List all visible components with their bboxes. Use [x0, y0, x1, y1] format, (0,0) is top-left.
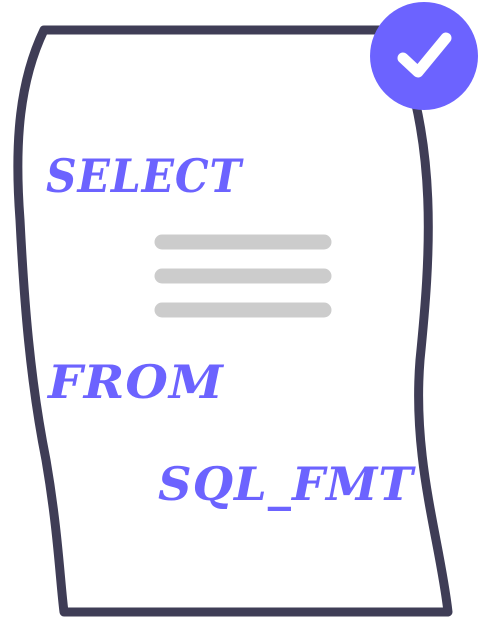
- keyword-sql-fmt: SQL_FMT: [158, 457, 417, 511]
- keyword-select: SELECT: [46, 149, 245, 203]
- sql-fmt-logo: SELECT FROM SQL_FMT: [13, 2, 478, 617]
- keyword-from: FROM: [46, 355, 225, 409]
- scroll-document-icon: [13, 25, 453, 617]
- check-badge: [370, 2, 478, 110]
